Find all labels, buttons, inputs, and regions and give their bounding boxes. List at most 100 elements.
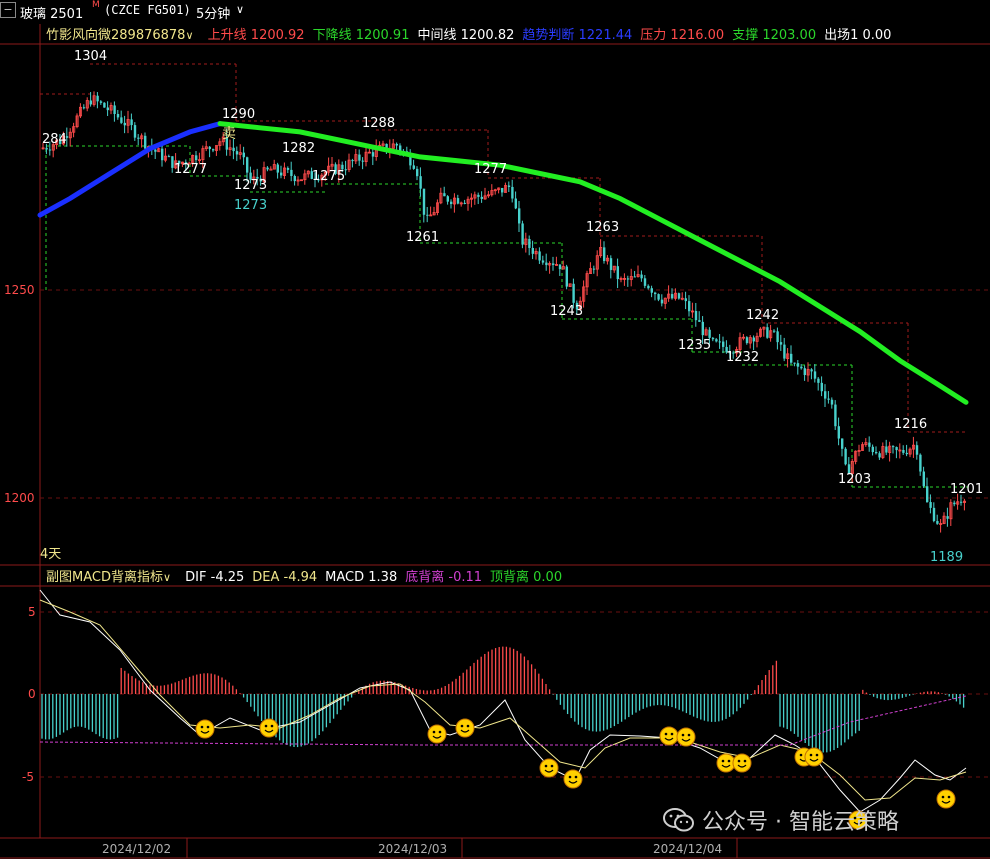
candle-body: [922, 471, 925, 487]
candle-body: [844, 448, 847, 465]
candle-body: [640, 274, 643, 279]
candle-body: [477, 194, 480, 197]
candle-body: [144, 135, 147, 149]
kline-chart[interactable]: 1250 1200 5 0 -5 2024/12/02 2024/12/03 2…: [0, 0, 990, 859]
smiley-icon: [259, 718, 279, 738]
candle-body: [412, 165, 415, 169]
candle-body: [643, 278, 647, 286]
candle-body: [419, 176, 422, 189]
candle-body: [103, 102, 106, 108]
candle-body: [195, 155, 198, 161]
candle-body: [480, 196, 483, 199]
smiley-icon: [563, 769, 583, 789]
candle-body: [745, 337, 749, 344]
date-axis: 2024/12/02 2024/12/03 2024/12/04: [102, 838, 738, 858]
candle-body: [830, 399, 834, 405]
candle-body: [246, 157, 249, 173]
candle-body: [803, 368, 806, 376]
candle-body: [878, 453, 881, 458]
candle-body: [953, 502, 956, 505]
candle-body: [647, 285, 650, 289]
candle-body: [616, 266, 619, 280]
candle-body: [528, 239, 531, 248]
candle-body: [960, 501, 963, 503]
smiley-icon: [539, 758, 559, 778]
price-label: 1273: [234, 198, 267, 213]
candle-body: [752, 337, 755, 342]
price-label: 1189: [930, 550, 963, 565]
price-label: 1277: [174, 162, 207, 177]
candle-body: [572, 283, 575, 303]
macd-axis-label: 0: [28, 687, 36, 701]
candle-body: [820, 382, 823, 392]
price-label: 1216: [894, 417, 927, 432]
price-label: 1203: [838, 472, 871, 487]
candle-body: [552, 263, 555, 265]
candle-body: [841, 438, 844, 449]
candle-body: [671, 294, 674, 299]
smiley-icon: [716, 753, 736, 773]
candle-body: [657, 294, 660, 300]
price-label: 1232: [726, 350, 759, 365]
candle-body: [123, 122, 126, 126]
candle-body: [446, 196, 449, 202]
price-axis-label: 1250: [4, 283, 35, 297]
candle-body: [501, 187, 504, 193]
candle-body: [722, 341, 725, 347]
candle-body: [116, 114, 120, 118]
candle-body: [514, 198, 517, 209]
watermark: 公众号 · 智能云策略: [702, 810, 899, 835]
price-axis-label: 1200: [4, 491, 35, 505]
candle-body: [626, 278, 630, 280]
candle-body: [531, 247, 534, 254]
candle-body: [351, 160, 354, 162]
candle-body: [416, 168, 419, 177]
smiley-icon: [732, 753, 752, 773]
candle-body: [48, 149, 52, 151]
candle-body: [290, 169, 293, 176]
candle-body: [161, 148, 164, 161]
candle-body: [276, 164, 279, 173]
candle-body: [96, 95, 99, 102]
candle-body: [422, 188, 426, 215]
candle-body: [609, 258, 613, 270]
candle-body: [293, 175, 296, 182]
candle-body: [800, 366, 803, 369]
candle-body: [796, 363, 800, 367]
grid-lines: [40, 289, 990, 778]
candle-body: [113, 105, 116, 115]
candle-body: [885, 446, 888, 453]
candle-body: [558, 264, 562, 270]
candle-body: [232, 147, 235, 152]
candle-body: [871, 446, 874, 453]
candle-body: [718, 341, 721, 343]
candle-body: [511, 186, 514, 199]
candle-body: [766, 327, 769, 338]
candle-body: [603, 247, 606, 261]
candle-body: [82, 107, 86, 109]
candle-body: [773, 330, 776, 332]
price-label: 1275: [312, 169, 345, 184]
macd-histogram: [41, 646, 965, 753]
candle-body: [698, 320, 701, 322]
candle-body: [684, 298, 687, 302]
smiley-icon: [195, 719, 215, 739]
candle-body: [929, 502, 932, 508]
price-labels: 1304 1290 284 1288 1282 1277 1273 1275 1277 1273 1…: [42, 49, 983, 565]
macd-axis-label: 5: [28, 605, 36, 619]
candle-body: [450, 201, 453, 205]
candle-body: [456, 198, 460, 204]
candle-body: [926, 486, 929, 503]
candle-body: [817, 378, 820, 383]
candle-body: [677, 293, 681, 299]
candle-body: [361, 160, 364, 162]
candle-body: [154, 149, 157, 152]
candle-body: [106, 107, 109, 111]
candle-body: [266, 167, 269, 170]
candle-body: [708, 329, 711, 338]
candle-body: [895, 447, 898, 451]
candle-body: [592, 268, 596, 270]
candle-body: [936, 521, 939, 524]
smiley-icon: [455, 718, 475, 738]
support-resistance-lines: [40, 63, 968, 488]
